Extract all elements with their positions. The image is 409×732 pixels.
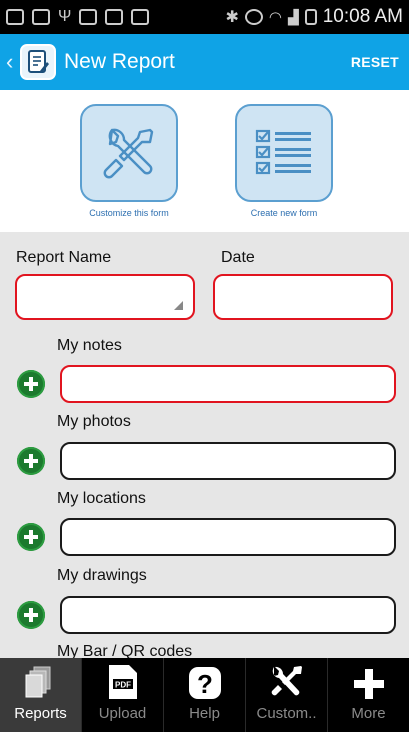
notification-plus-icon <box>6 9 24 25</box>
bottom-nav: Reports PDF Upload ? Help Custom.. More <box>0 658 409 732</box>
reports-icon <box>24 663 58 701</box>
app-report-icon[interactable] <box>20 44 56 80</box>
photos-field[interactable] <box>60 442 396 480</box>
report-form: Report Name Date My notes My photos My l… <box>0 232 409 658</box>
wifi-icon: ◠ <box>268 9 282 26</box>
notes-field[interactable] <box>60 365 396 403</box>
svg-text:?: ? <box>197 669 213 699</box>
help-icon: ? <box>187 663 223 701</box>
nav-customize-label: Custom.. <box>256 705 317 722</box>
pdf-icon: PDF <box>107 663 139 701</box>
customize-form-button[interactable] <box>80 104 178 202</box>
svg-text:PDF: PDF <box>115 681 131 690</box>
nav-reports[interactable]: Reports <box>0 658 82 732</box>
clock: 10:08 AM <box>322 6 403 27</box>
reset-button[interactable]: RESET <box>349 46 401 78</box>
customize-form-caption: Customize this form <box>89 208 169 218</box>
image-icon <box>131 9 150 25</box>
section-label-drawings: My drawings <box>57 567 147 584</box>
plus-icon <box>24 377 38 391</box>
add-note-button[interactable] <box>17 370 45 398</box>
dropdown-arrow-icon <box>174 301 183 310</box>
page-title: New Report <box>64 50 175 73</box>
back-chevron-icon[interactable]: ‹ <box>6 49 20 75</box>
date-label: Date <box>221 249 255 266</box>
plus-icon <box>24 608 38 622</box>
plus-icon <box>24 530 38 544</box>
alarm-icon <box>244 9 263 25</box>
tools-icon <box>268 663 306 701</box>
section-label-photos: My photos <box>57 413 131 430</box>
create-form-caption: Create new form <box>250 208 318 218</box>
nav-help-label: Help <box>189 705 220 722</box>
date-field[interactable] <box>213 274 393 320</box>
email-icon <box>79 9 98 25</box>
add-location-button[interactable] <box>17 523 45 551</box>
nav-upload[interactable]: PDF Upload <box>82 658 164 732</box>
section-label-locations: My locations <box>57 490 146 507</box>
form-actions-area: Customize this form Create new form <box>0 90 409 232</box>
message-icon <box>105 9 124 25</box>
nav-more[interactable]: More <box>328 658 409 732</box>
report-name-dropdown[interactable] <box>15 274 195 320</box>
signal-icon: ▟ <box>287 8 299 25</box>
nav-reports-label: Reports <box>14 705 67 722</box>
tools-icon <box>103 128 154 179</box>
plus-icon <box>352 663 386 701</box>
notification-icons: Ψ <box>6 8 150 26</box>
nav-upload-label: Upload <box>98 705 147 722</box>
nav-more-label: More <box>351 705 386 722</box>
nav-help[interactable]: ? Help <box>164 658 246 732</box>
action-bar: ‹ New Report RESET <box>0 34 409 90</box>
status-bar: Ψ ✱ ◠ ▟ 10:08 AM <box>0 0 409 34</box>
section-label-notes: My notes <box>57 337 122 354</box>
battery-icon <box>304 9 317 25</box>
usb-icon: Ψ <box>58 8 72 25</box>
report-name-label: Report Name <box>16 249 112 266</box>
create-form-button[interactable] <box>235 104 333 202</box>
add-photo-button[interactable] <box>17 447 45 475</box>
bluetooth-icon: ✱ <box>225 9 239 26</box>
section-label-barcodes: My Bar / QR codes <box>57 643 193 658</box>
drawings-field[interactable] <box>60 596 396 634</box>
download-icon <box>32 9 50 25</box>
checklist-icon <box>255 129 311 175</box>
plus-icon <box>24 454 38 468</box>
add-drawing-button[interactable] <box>17 601 45 629</box>
locations-field[interactable] <box>60 518 396 556</box>
nav-customize[interactable]: Custom.. <box>246 658 328 732</box>
